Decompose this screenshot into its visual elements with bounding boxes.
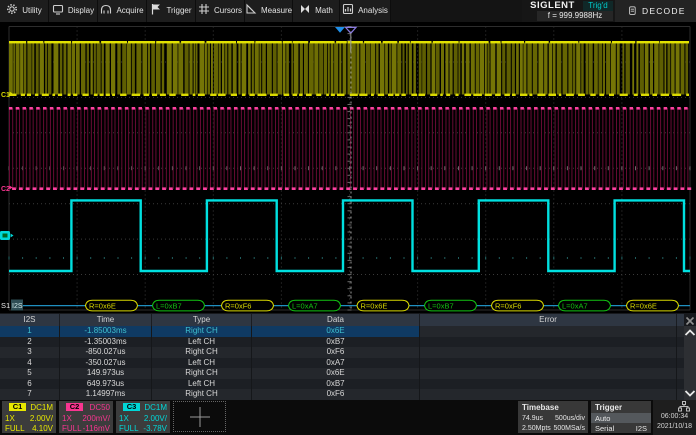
svg-text:R=0x6E: R=0x6E [361, 301, 388, 310]
svg-text:R=0x6E: R=0x6E [89, 301, 116, 310]
svg-text:L=0xB7: L=0xB7 [156, 301, 182, 310]
svg-text:C2: C2 [1, 186, 10, 193]
svg-text:L=0xB7: L=0xB7 [428, 301, 454, 310]
svg-text:L=0xA7: L=0xA7 [562, 301, 588, 310]
svg-text:S1: S1 [1, 301, 10, 310]
svg-text:L=0xA7: L=0xA7 [292, 301, 318, 310]
svg-text:R=0xF6: R=0xF6 [495, 301, 521, 310]
svg-text:C1: C1 [1, 92, 10, 99]
svg-text:R=0x6E: R=0x6E [630, 301, 657, 310]
svg-text:R=0xF6: R=0xF6 [225, 301, 251, 310]
svg-text:I2S: I2S [12, 303, 23, 310]
